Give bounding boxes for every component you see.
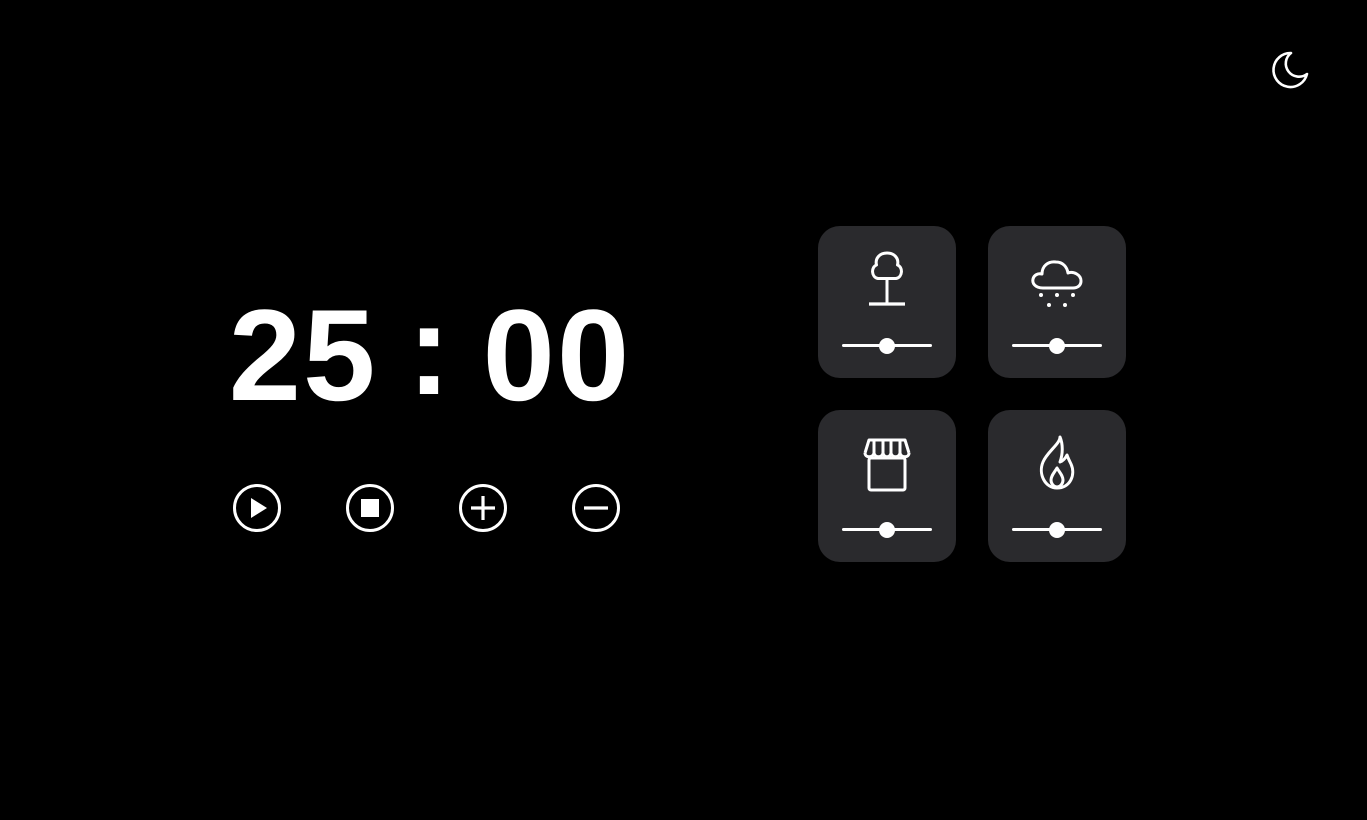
slider-thumb[interactable] <box>879 338 895 354</box>
storefront-icon <box>863 438 911 492</box>
play-button[interactable] <box>231 482 283 534</box>
sound-toggle-fireplace[interactable] <box>1027 434 1087 494</box>
slider-thumb[interactable] <box>879 522 895 538</box>
rain-cloud-icon <box>1031 260 1083 307</box>
timer-section: 25 : 00 <box>200 280 660 550</box>
sound-toggle-cafe[interactable] <box>857 434 917 494</box>
flame-icon <box>1039 435 1075 490</box>
sound-card-cafe[interactable] <box>818 410 956 562</box>
volume-slider-fireplace[interactable] <box>1012 520 1102 540</box>
moon-icon <box>1272 51 1309 89</box>
play-icon <box>233 484 281 532</box>
sound-card-forest[interactable] <box>818 226 956 378</box>
timer-minutes: 25 <box>228 282 378 428</box>
timer-display: 25 : 00 <box>200 280 660 430</box>
slider-thumb[interactable] <box>1049 338 1065 354</box>
plus-icon <box>459 484 507 532</box>
sound-card-rain[interactable] <box>988 226 1126 378</box>
timer-seconds: 00 <box>482 282 632 428</box>
sound-toggle-rain[interactable] <box>1027 250 1087 310</box>
sound-card-fireplace[interactable] <box>988 410 1126 562</box>
volume-slider-cafe[interactable] <box>842 520 932 540</box>
volume-slider-forest[interactable] <box>842 336 932 356</box>
volume-slider-rain[interactable] <box>1012 336 1102 356</box>
slider-thumb[interactable] <box>1049 522 1065 538</box>
tree-icon <box>869 251 905 306</box>
stop-button[interactable] <box>344 482 396 534</box>
stop-icon <box>346 484 394 532</box>
timer-separator: : <box>407 276 453 422</box>
focus-timer-app: 25 : 00 <box>0 0 1367 820</box>
timer-controls <box>231 482 631 534</box>
increase-button[interactable] <box>457 482 509 534</box>
theme-toggle-button[interactable] <box>1269 49 1311 91</box>
ambient-sounds-grid <box>818 226 1126 562</box>
sound-toggle-forest[interactable] <box>857 250 917 310</box>
minus-icon <box>572 484 620 532</box>
decrease-button[interactable] <box>570 482 622 534</box>
